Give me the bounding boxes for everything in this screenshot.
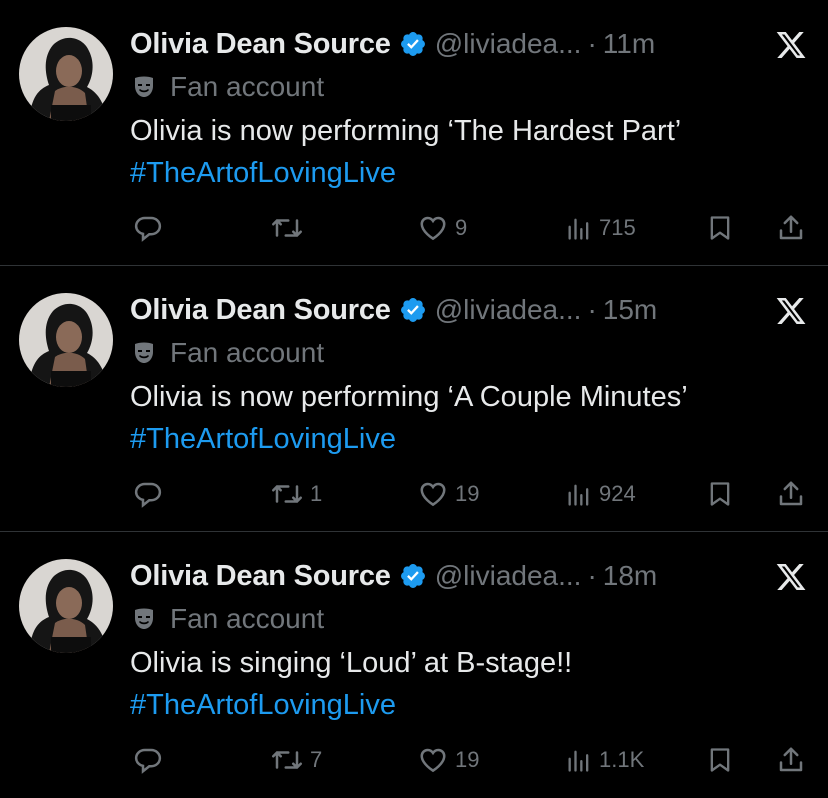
verified-badge-icon — [400, 32, 425, 56]
action-bar: 9 715 — [0, 208, 828, 248]
heart-icon — [420, 748, 446, 773]
separator-dot: · — [587, 294, 597, 325]
views-icon — [568, 218, 589, 240]
views-button[interactable]: 1.1K — [565, 740, 644, 780]
views-icon — [568, 484, 589, 506]
tweet[interactable]: Olivia Dean Source @liviadea... · 11m Fa… — [0, 0, 828, 266]
x-logo-icon — [776, 32, 806, 58]
action-bar: 1 19 924 — [0, 474, 828, 514]
tweet-body: Olivia is now performing ‘The Hardest Pa… — [130, 115, 682, 147]
views-icon — [568, 750, 589, 772]
verified-badge-icon — [400, 564, 425, 588]
retweet-button[interactable]: 1 — [270, 474, 322, 514]
bookmark-icon — [710, 748, 730, 772]
tweet[interactable]: Olivia Dean Source @liviadea... · 18m Fa… — [0, 532, 828, 798]
tweet-text: Olivia is now performing ‘A Couple Minut… — [130, 376, 798, 460]
timestamp[interactable]: 11m — [603, 28, 655, 60]
retweet-count: 1 — [310, 481, 323, 506]
tweet-body: Olivia is now performing ‘A Couple Minut… — [130, 381, 688, 413]
x-logo-icon — [776, 298, 806, 324]
like-button[interactable]: 19 — [417, 474, 479, 514]
view-count: 924 — [599, 481, 636, 506]
theater-mask-icon — [135, 76, 153, 97]
avatar[interactable] — [19, 27, 113, 121]
view-count: 715 — [599, 215, 636, 240]
tweet-text: Olivia is now performing ‘The Hardest Pa… — [130, 110, 798, 194]
separator-dot: · — [587, 560, 597, 591]
hashtag-link[interactable]: #TheArtofLovingLive — [130, 418, 798, 460]
x-logo-icon — [776, 564, 806, 590]
timestamp[interactable]: 15m — [603, 294, 657, 326]
like-button[interactable]: 19 — [417, 740, 479, 780]
bookmark-button[interactable] — [706, 740, 734, 780]
views-button[interactable]: 715 — [565, 208, 636, 248]
reply-icon — [134, 216, 162, 242]
action-bar: 7 19 1.1K — [0, 740, 828, 780]
share-icon — [779, 747, 803, 772]
display-name[interactable]: Olivia Dean Source — [130, 560, 391, 593]
reply-button[interactable] — [133, 474, 169, 514]
views-button[interactable]: 924 — [565, 474, 636, 514]
retweet-button[interactable]: 7 — [270, 740, 322, 780]
account-label: Fan account — [132, 70, 324, 104]
like-count: 9 — [455, 215, 468, 240]
share-icon — [779, 481, 803, 506]
label-text: Fan account — [170, 71, 325, 102]
hashtag-link[interactable]: #TheArtofLovingLive — [130, 152, 798, 194]
timestamp[interactable]: 18m — [603, 560, 657, 592]
theater-mask-icon — [135, 608, 153, 629]
tweet[interactable]: Olivia Dean Source @liviadea... · 15m Fa… — [0, 266, 828, 532]
reply-icon — [134, 748, 162, 774]
handle[interactable]: @liviadea... — [435, 294, 582, 326]
display-name[interactable]: Olivia Dean Source — [130, 28, 391, 61]
account-label: Fan account — [132, 336, 324, 370]
bookmark-button[interactable] — [706, 474, 734, 514]
retweet-icon — [272, 485, 302, 503]
reply-button[interactable] — [133, 208, 169, 248]
heart-icon — [420, 482, 446, 507]
retweet-count: 7 — [310, 747, 323, 772]
reply-icon — [134, 482, 162, 508]
handle[interactable]: @liviadea... — [435, 560, 582, 592]
retweet-icon — [272, 751, 302, 769]
avatar[interactable] — [19, 293, 113, 387]
avatar[interactable] — [19, 559, 113, 653]
display-name[interactable]: Olivia Dean Source — [130, 294, 391, 327]
hashtag-link[interactable]: #TheArtofLovingLive — [130, 684, 798, 726]
label-text: Fan account — [170, 337, 325, 368]
reply-button[interactable] — [133, 740, 169, 780]
share-button[interactable] — [776, 474, 806, 514]
label-text: Fan account — [170, 603, 325, 634]
share-button[interactable] — [776, 740, 806, 780]
share-icon — [779, 215, 803, 240]
handle[interactable]: @liviadea... — [435, 28, 582, 60]
bookmark-icon — [710, 482, 730, 506]
separator-dot: · — [587, 28, 597, 59]
tweet-feed: Olivia Dean Source @liviadea... · 11m Fa… — [0, 0, 828, 798]
tweet-body: Olivia is singing ‘Loud’ at B-stage!! — [130, 647, 573, 679]
view-count: 1.1K — [599, 747, 645, 772]
bookmark-icon — [710, 216, 730, 240]
like-count: 19 — [455, 481, 480, 506]
verified-badge-icon — [400, 298, 425, 322]
share-button[interactable] — [776, 208, 806, 248]
retweet-button[interactable] — [270, 208, 310, 248]
like-button[interactable]: 9 — [417, 208, 467, 248]
account-label: Fan account — [132, 602, 324, 636]
heart-icon — [420, 216, 446, 241]
like-count: 19 — [455, 747, 480, 772]
retweet-icon — [272, 219, 302, 237]
bookmark-button[interactable] — [706, 208, 734, 248]
theater-mask-icon — [135, 342, 153, 363]
tweet-text: Olivia is singing ‘Loud’ at B-stage!! #T… — [130, 642, 798, 726]
